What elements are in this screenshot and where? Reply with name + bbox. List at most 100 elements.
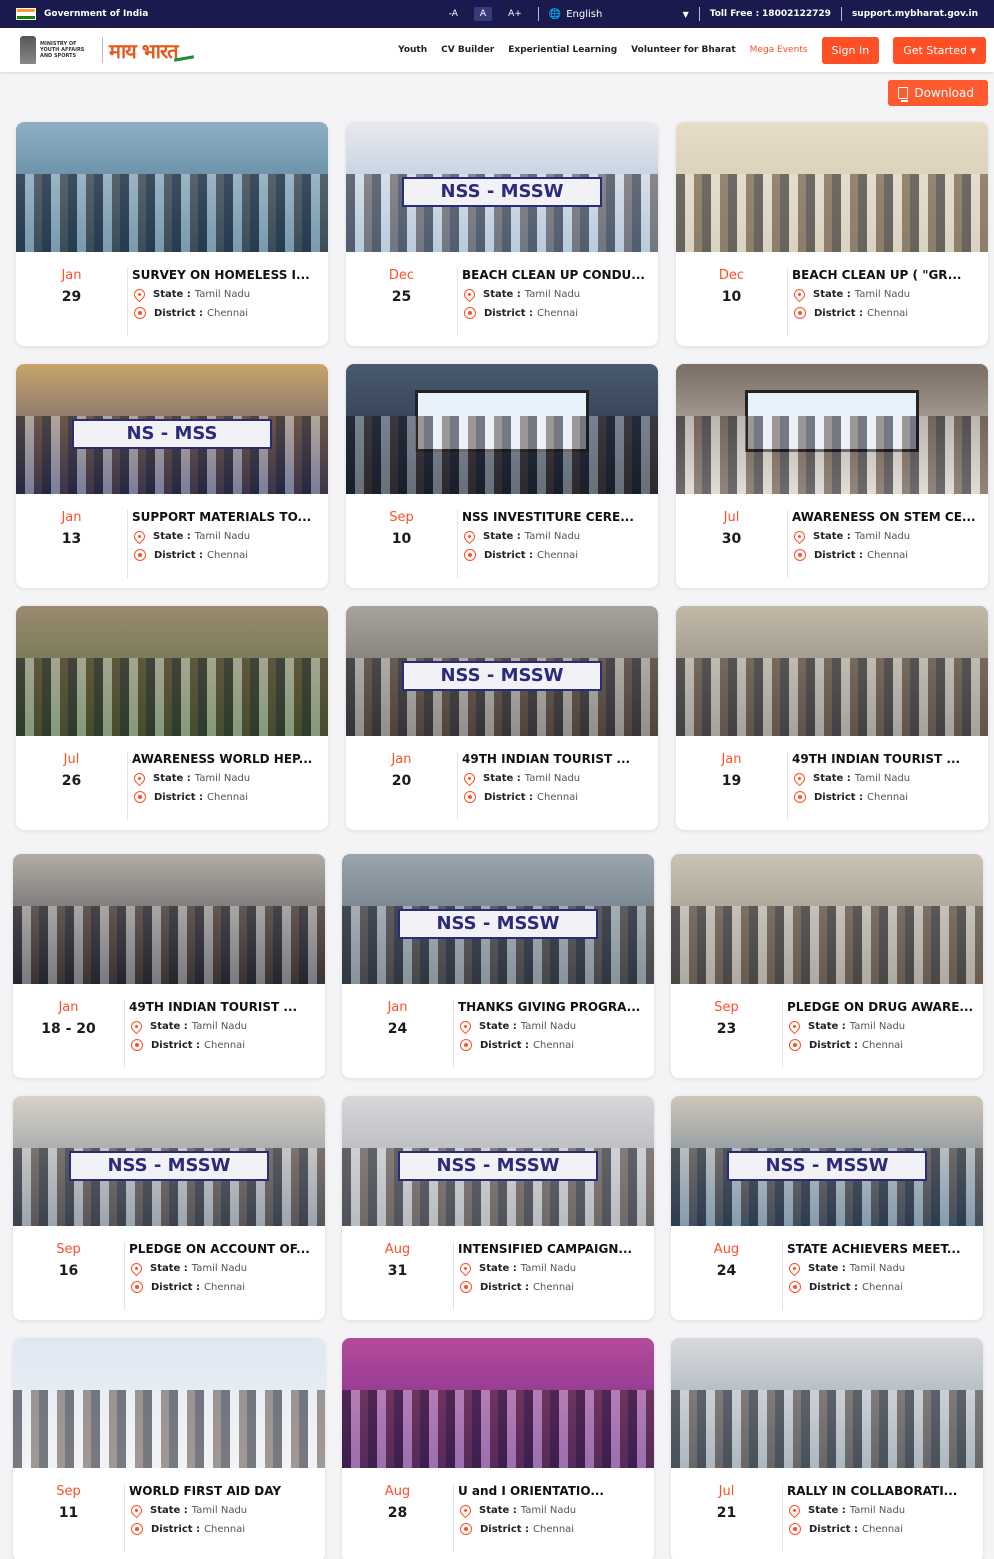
mybharat-logo[interactable]: माय भारत <box>109 37 179 64</box>
font-increase-button[interactable]: A+ <box>502 7 528 21</box>
target-icon <box>134 307 146 319</box>
photo-crowd <box>346 416 658 494</box>
nav-experiential-learning[interactable]: Experiential Learning <box>508 45 617 55</box>
event-card[interactable]: NSS - MSSW Jan 20 49TH INDIAN TOURIST ..… <box>346 606 658 830</box>
event-card[interactable]: Jul 30 AWARENESS ON STEM CE... State : Ta… <box>676 364 988 588</box>
event-title[interactable]: AWARENESS ON STEM CE... <box>792 510 976 524</box>
location-pin-icon <box>131 528 148 545</box>
sign-in-button[interactable]: Sign In <box>821 36 880 64</box>
event-district: District : Chennai <box>792 549 976 561</box>
event-photo <box>676 606 988 736</box>
event-state: State : Tamil Nadu <box>128 1502 281 1519</box>
event-title[interactable]: SURVEY ON HOMELESS I... <box>132 268 310 282</box>
event-title[interactable]: RALLY IN COLLABORATI... <box>787 1484 957 1498</box>
event-photo: NSS - MSSW <box>342 854 654 984</box>
font-normal-button[interactable]: A <box>473 7 493 21</box>
event-photo <box>16 606 328 736</box>
language-select[interactable]: 🌐 English ▼ <box>549 9 689 20</box>
target-icon <box>464 307 476 319</box>
event-title[interactable]: PLEDGE ON ACCOUNT OF... <box>129 1242 310 1256</box>
nav-youth[interactable]: Youth <box>398 45 427 55</box>
target-icon <box>131 1039 143 1051</box>
nav-cv-builder[interactable]: CV Builder <box>441 45 494 55</box>
event-card[interactable]: Jul 21 RALLY IN COLLABORATI... State : Ta… <box>671 1338 983 1559</box>
nss-banner: NSS - MSSW <box>402 176 602 207</box>
location-pin-icon <box>786 1260 803 1277</box>
event-card[interactable]: NSS - MSSW Aug 31 INTENSIFIED CAMPAIGN..… <box>342 1096 654 1320</box>
nss-banner: NSS - MSSW <box>402 660 602 691</box>
event-card[interactable]: Jul 26 AWARENESS WORLD HEP... State : Tam… <box>16 606 328 830</box>
photo-crowd <box>676 174 988 252</box>
target-icon <box>794 307 806 319</box>
event-date: Dec 25 <box>346 268 458 336</box>
event-district: District : Chennai <box>462 549 634 561</box>
event-date: Sep 11 <box>13 1484 125 1552</box>
nav-mega-events[interactable]: Mega Events <box>750 45 808 55</box>
event-card[interactable]: NSS - MSSW Sep 16 PLEDGE ON ACCOUNT OF..… <box>13 1096 325 1320</box>
download-button[interactable]: Download <box>888 80 988 106</box>
event-title[interactable]: AWARENESS WORLD HEP... <box>132 752 312 766</box>
font-decrease-button[interactable]: -A <box>443 7 464 21</box>
nav-volunteer[interactable]: Volunteer for Bharat <box>631 45 735 55</box>
event-state: State : Tamil Nadu <box>786 1018 973 1035</box>
target-icon <box>789 1039 801 1051</box>
event-title[interactable]: STATE ACHIEVERS MEET... <box>787 1242 961 1256</box>
gov-title: Government of India <box>44 9 149 19</box>
event-card[interactable]: Sep 11 WORLD FIRST AID DAY State : Tamil … <box>13 1338 325 1559</box>
location-pin-icon <box>128 1502 145 1519</box>
event-card[interactable]: NS - MSS Jan 13 SUPPORT MATERIALS TO... … <box>16 364 328 588</box>
event-day: 11 <box>58 1505 79 1521</box>
event-title[interactable]: SUPPORT MATERIALS TO... <box>132 510 311 524</box>
event-month: Jan <box>58 1000 79 1015</box>
event-info: WORLD FIRST AID DAY State : Tamil Nadu Di… <box>125 1484 281 1559</box>
event-title[interactable]: THANKS GIVING PROGRA... <box>458 1000 640 1014</box>
event-card[interactable]: Jan 19 49TH INDIAN TOURIST ... State : Ta… <box>676 606 988 830</box>
target-icon <box>134 549 146 561</box>
event-date: Jan 13 <box>16 510 128 578</box>
ministry-name: MINISTRY OF YOUTH AFFAIRS AND SPORTS <box>40 41 85 59</box>
event-day: 29 <box>61 289 82 305</box>
event-card[interactable]: NSS - MSSW Jan 24 THANKS GIVING PROGRA..… <box>342 854 654 1078</box>
event-title[interactable]: 49TH INDIAN TOURIST ... <box>462 752 630 766</box>
event-photo <box>676 364 988 494</box>
location-pin-icon <box>786 1502 803 1519</box>
support-email-link[interactable]: support.mybharat.gov.in <box>852 9 978 19</box>
event-title[interactable]: WORLD FIRST AID DAY <box>129 1484 281 1498</box>
event-title[interactable]: 49TH INDIAN TOURIST ... <box>792 752 960 766</box>
event-card[interactable]: Jan 18 - 20 49TH INDIAN TOURIST ... Stat… <box>13 854 325 1078</box>
event-body: Aug 24 STATE ACHIEVERS MEET... State : Ta… <box>671 1226 983 1320</box>
event-body: Jan 19 49TH INDIAN TOURIST ... State : Ta… <box>676 736 988 830</box>
event-card[interactable]: Aug 28 U and I ORIENTATIO... State : Tami… <box>342 1338 654 1559</box>
event-title[interactable]: U and I ORIENTATIO... <box>458 1484 604 1498</box>
event-day: 24 <box>387 1021 408 1037</box>
event-title[interactable]: 49TH INDIAN TOURIST ... <box>129 1000 297 1014</box>
event-photo: NSS - MSSW <box>671 1096 983 1226</box>
event-state: State : Tamil Nadu <box>131 528 311 545</box>
event-card[interactable]: NSS - MSSW Aug 24 STATE ACHIEVERS MEET..… <box>671 1096 983 1320</box>
event-title[interactable]: INTENSIFIED CAMPAIGN... <box>458 1242 632 1256</box>
event-info: PLEDGE ON DRUG AWARE... State : Tamil Nad… <box>783 1000 973 1078</box>
event-title[interactable]: NSS INVESTITURE CERE... <box>462 510 634 524</box>
event-title[interactable]: PLEDGE ON DRUG AWARE... <box>787 1000 973 1014</box>
event-district: District : Chennai <box>132 791 312 803</box>
event-date: Aug 24 <box>671 1242 783 1310</box>
event-photo <box>342 1338 654 1468</box>
event-card[interactable]: Jan 29 SURVEY ON HOMELESS I... State : Ta… <box>16 122 328 346</box>
event-card[interactable]: Sep 23 PLEDGE ON DRUG AWARE... State : Ta… <box>671 854 983 1078</box>
event-date: Jan 19 <box>676 752 788 820</box>
get-started-button[interactable]: Get Started ▾ <box>893 36 986 64</box>
target-icon <box>460 1039 472 1051</box>
event-card[interactable]: Sep 10 NSS INVESTITURE CERE... State : Ta… <box>346 364 658 588</box>
event-info: BEACH CLEAN UP CONDU... State : Tamil Nad… <box>458 268 645 346</box>
event-title[interactable]: BEACH CLEAN UP CONDU... <box>462 268 645 282</box>
chevron-down-icon: ▼ <box>682 9 689 19</box>
event-date: Jan 29 <box>16 268 128 336</box>
event-district: District : Chennai <box>787 1281 961 1293</box>
event-card[interactable]: NSS - MSSW Dec 25 BEACH CLEAN UP CONDU..… <box>346 122 658 346</box>
event-info: SURVEY ON HOMELESS I... State : Tamil Nad… <box>128 268 310 346</box>
event-photo <box>13 1338 325 1468</box>
caret-down-icon: ▾ <box>970 43 976 57</box>
event-card[interactable]: Dec 10 BEACH CLEAN UP ( "GR... State : Ta… <box>676 122 988 346</box>
event-title[interactable]: BEACH CLEAN UP ( "GR... <box>792 268 961 282</box>
event-body: Jul 26 AWARENESS WORLD HEP... State : Tam… <box>16 736 328 830</box>
